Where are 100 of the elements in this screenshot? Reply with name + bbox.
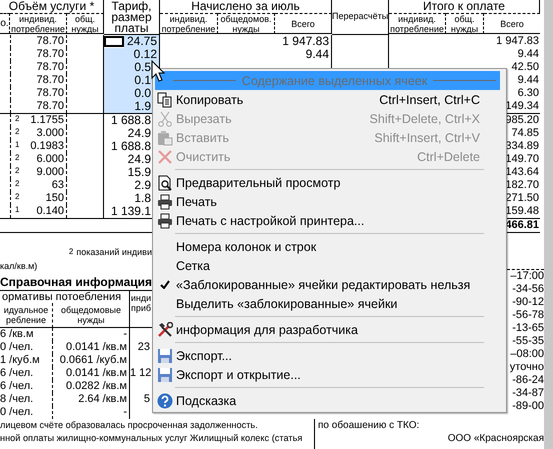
menu-item[interactable]: Номера колонок и строк — [155, 237, 504, 256]
notice-text: нной оплаты жилищно-коммунальных услуг Жилищный колекс (статья — [0, 432, 304, 445]
menu-item[interactable]: информация для разработчика — [155, 320, 504, 339]
table-cell-text: 8 /чел. — [0, 393, 34, 406]
table-cell: 0.0141 /кв.м — [52, 341, 130, 354]
table-cell-text: 6 /кв.м — [0, 328, 35, 341]
footnote-mark: 2 — [14, 153, 20, 164]
menu-item[interactable]: Экспорт и открытие... — [155, 365, 504, 384]
column-header: Итого к оплате — [389, 0, 540, 13]
table-cell: 0.0141 /кв.м — [52, 367, 130, 380]
menu-item[interactable]: «Заблокированные» ячейки редактировать нельзя — [155, 275, 504, 294]
table-cell: 78.70 — [36, 35, 64, 48]
cross-icon — [157, 148, 173, 164]
contact-text: -34-87 — [511, 387, 544, 400]
contact-text: -34-56 — [511, 283, 544, 296]
contact-text: –08:00 — [509, 348, 544, 361]
menu-item-label: Печать — [175, 194, 218, 208]
menu-item-label: Экспорт... — [175, 348, 233, 362]
table-cell-text: 0 /чел. — [0, 341, 34, 354]
menu-item-label: Очистить — [175, 150, 232, 164]
footnote-mark: 2 — [68, 247, 74, 256]
table-cell: 466.81 — [505, 219, 539, 231]
menu-item-label: Номера колонок и строк — [175, 240, 318, 254]
column-header: Всего — [484, 13, 540, 34]
menu-item-label: Подсказка — [175, 394, 238, 408]
menu-item-label: Вставить — [175, 130, 230, 144]
copy-icon — [157, 92, 173, 108]
menu-item[interactable]: Выделить «заблокированные» ячейки — [155, 294, 504, 313]
shortcut-text: Shift+Delete, Ctrl+X — [370, 112, 480, 126]
table-cell: 63 — [52, 179, 64, 192]
table-cell: 2.64 /кв.м — [52, 393, 130, 406]
table-cell: 182.70 — [505, 179, 539, 191]
column-header: общедомов. нужды — [218, 13, 275, 34]
shortcut-text: Ctrl+Insert, Ctrl+C — [379, 92, 480, 106]
table-cell: 6.30 — [518, 87, 539, 99]
contact-text: -56-78 — [511, 309, 544, 322]
contact-text: -86-24 — [511, 374, 544, 387]
column-header: индивид. потребление — [389, 13, 446, 34]
table-cell: 1 947.83 — [496, 35, 539, 47]
table-cell-text: 6 /чел. — [0, 367, 34, 380]
table-cell: 9.44 — [518, 74, 539, 86]
table-cell: 78.70 — [36, 48, 64, 61]
column-header: общ. нужды — [446, 13, 484, 34]
table-cell-text: 1 /куб.м — [0, 354, 41, 367]
table-cell[interactable]: 0.12 — [104, 48, 159, 61]
table-cell: 9.44 — [306, 48, 329, 61]
footnote-mark: 2 — [14, 127, 20, 138]
table-cell: 159.48 — [505, 205, 539, 217]
tools-icon — [157, 322, 173, 338]
shortcut-text: Ctrl+Delete — [417, 150, 480, 164]
menu-item[interactable]: Сетка — [155, 256, 504, 275]
table-cell: 149.34 — [505, 100, 539, 112]
column-header: общедомовые нужды — [52, 303, 130, 328]
table-cell: 78.70 — [36, 87, 64, 100]
table-cell: 0.0661 /куб.м — [52, 354, 130, 367]
column-header: индивид. потребление — [160, 13, 218, 34]
menu-item[interactable]: Подсказка — [155, 391, 504, 410]
footnote-mark: 2 — [14, 179, 20, 190]
table-cell: 271.50 — [505, 192, 539, 204]
table-cell: 74.85 — [511, 127, 539, 139]
table-cell: 150 — [46, 192, 64, 205]
column-header: Начислено за июль — [160, 0, 332, 13]
table-cell: 9.000 — [36, 166, 64, 179]
page-magnifier-icon — [157, 174, 173, 190]
pointer-icon — [151, 60, 165, 82]
table-cell: - — [52, 328, 130, 341]
contact-text: -89-00 — [511, 400, 544, 413]
table-cell: 0.140 — [36, 205, 64, 218]
column-header: общ. нужды — [67, 13, 104, 34]
help-icon — [157, 392, 173, 408]
column-header: идуальное ребление — [0, 303, 52, 328]
contact-text: уточно — [508, 361, 544, 374]
column-header: Объём услуги * — [0, 0, 104, 13]
table-cell: - — [52, 406, 130, 419]
table-cell: 0.0282 /кв.м — [52, 380, 130, 393]
table-cell-text: 0 /чел. — [0, 406, 34, 419]
contact-text: -13-65 — [511, 322, 544, 335]
column-header: индивид. потребление — [10, 13, 67, 34]
menu-item-label: информация для разработчика — [175, 322, 359, 336]
shortcut-text: Shift+Insert, Ctrl+V — [374, 130, 480, 144]
units-note: кал/кв.м) — [0, 261, 38, 271]
contact-text: –17:00 — [509, 270, 544, 283]
column-header: ормативы потоебления — [0, 291, 130, 303]
table-cell: 6.000 — [36, 153, 64, 166]
notice-text: лицевом счёте образовалась просроченная задолженность. — [0, 419, 259, 432]
table-cell: 78.70 — [36, 74, 64, 87]
menu-item-label: «Заблокированные» ячейки редактировать нельзя — [175, 278, 472, 292]
menu-item-label: Вырезать — [175, 112, 233, 126]
table-cell: 3.000 — [36, 127, 64, 140]
contact-text: -90-12 — [511, 296, 544, 309]
table-cell: 1 947.83 — [282, 35, 329, 48]
table-cell: 42.50 — [511, 61, 539, 73]
table-cell[interactable]: 24.75 — [124, 35, 159, 48]
footnote-mark: 1 — [14, 140, 20, 151]
menu-item-label: Печать с настройкой принтера... — [175, 214, 366, 228]
column-header: о. — [0, 13, 10, 34]
table-cell: 149.70 — [505, 153, 539, 165]
menu-item[interactable]: Экспорт... — [155, 346, 504, 365]
menu-item-label: Сетка — [175, 258, 211, 272]
contact-text: -55-35 — [511, 335, 544, 348]
